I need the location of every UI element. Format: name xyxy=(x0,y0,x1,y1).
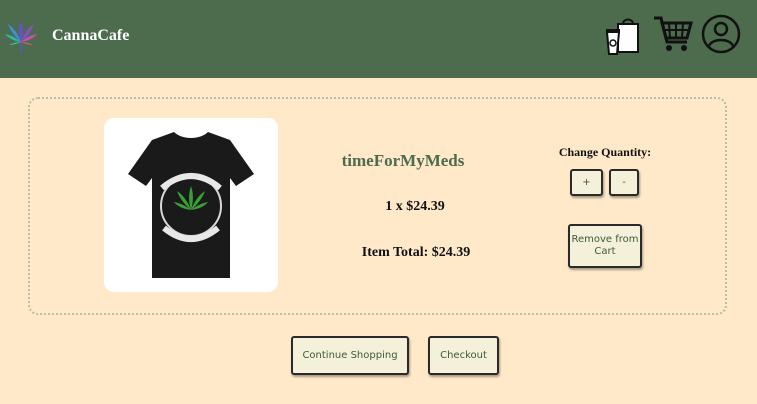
account-icon[interactable] xyxy=(701,14,741,54)
cannabis-logo-icon[interactable] xyxy=(4,18,38,56)
remove-from-cart-button[interactable]: Remove from Cart xyxy=(568,224,642,268)
brand-name[interactable]: CannaCafe xyxy=(52,27,129,45)
site-header: CannaCafe xyxy=(0,0,757,78)
item-total: Item Total: $24.39 xyxy=(361,245,471,260)
order-bag-icon[interactable] xyxy=(604,16,642,56)
checkout-button[interactable]: Checkout xyxy=(428,336,499,375)
increase-quantity-button[interactable]: + xyxy=(570,169,603,196)
product-name: timeForMyMeds xyxy=(341,151,465,170)
decrease-quantity-button[interactable]: - xyxy=(609,169,639,196)
product-image xyxy=(104,118,278,292)
continue-shopping-button[interactable]: Continue Shopping xyxy=(291,336,409,375)
quantity-price-line: 1 x $24.39 xyxy=(385,199,445,214)
shopping-cart-icon[interactable] xyxy=(653,14,693,54)
change-quantity-label: Change Quantity: xyxy=(558,145,652,159)
